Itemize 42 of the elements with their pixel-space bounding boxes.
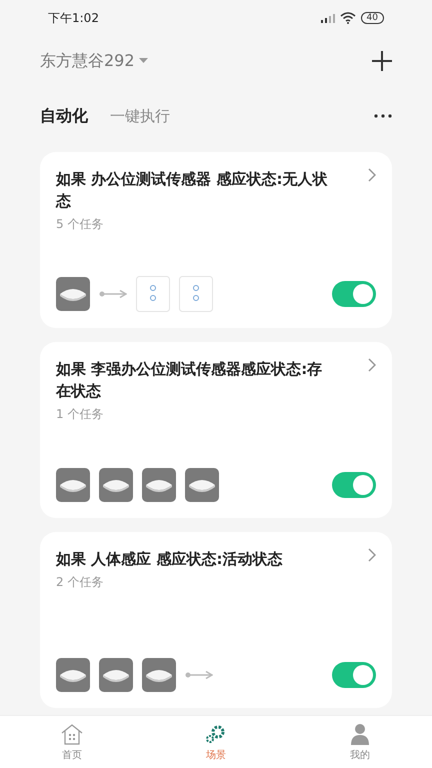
automation-title: 如果 人体感应 感应状态:活动状态 — [56, 549, 284, 570]
task-count: 5 个任务 — [56, 216, 104, 233]
chevron-right-icon — [368, 168, 376, 182]
add-icon[interactable] — [372, 51, 392, 71]
wifi-icon — [340, 12, 356, 24]
toggle-switch[interactable] — [332, 281, 376, 307]
arrow-icon — [99, 290, 127, 298]
tab[interactable]: 自动化 — [40, 106, 88, 126]
chevron-right-icon — [368, 358, 376, 372]
nav-item[interactable]: 我的 — [288, 716, 432, 768]
battery-level: 40 — [360, 12, 384, 24]
arrow-icon — [185, 671, 213, 679]
automation-card[interactable]: 如果 李强办公位测试传感器感应状态:存在状态 1 个任务 — [40, 342, 392, 518]
sensor-device-icon — [185, 468, 219, 502]
tab[interactable]: 一键执行 — [110, 106, 170, 126]
sensor-device-icon — [56, 277, 90, 311]
caret-icon — [138, 58, 148, 64]
automation-title: 如果 李强办公位测试传感器感应状态:存在状态 — [56, 359, 324, 402]
toggle-switch[interactable] — [332, 662, 376, 688]
toggle-switch[interactable] — [332, 472, 376, 498]
chevron-right-icon — [368, 548, 376, 562]
more-icon[interactable] — [374, 114, 392, 118]
sensor-device-icon — [142, 658, 176, 692]
nav-item[interactable]: 首页 — [0, 716, 144, 768]
automation-card[interactable]: 如果 人体感应 感应状态:活动状态 2 个任务 — [40, 532, 392, 708]
signal-icon — [320, 13, 335, 23]
sensor-device-icon — [99, 468, 133, 502]
nav-item[interactable]: 场景 — [144, 716, 288, 768]
automation-card[interactable]: 如果 办公位测试传感器 感应状态:无人状态 5 个任务 — [40, 152, 392, 328]
task-count: 1 个任务 — [56, 406, 104, 423]
switch-panel-icon — [179, 276, 213, 312]
switch-panel-icon — [136, 276, 170, 312]
sensor-device-icon — [56, 468, 90, 502]
home-selector[interactable]: 东方慧谷292 — [40, 50, 148, 72]
automation-title: 如果 办公位测试传感器 感应状态:无人状态 — [56, 169, 328, 212]
sensor-device-icon — [142, 468, 176, 502]
task-count: 2 个任务 — [56, 574, 104, 591]
sensor-device-icon — [99, 658, 133, 692]
sensor-device-icon — [56, 658, 90, 692]
status-time: 下午1:02 — [48, 10, 99, 26]
person-icon — [348, 722, 372, 744]
house-icon — [60, 722, 84, 744]
